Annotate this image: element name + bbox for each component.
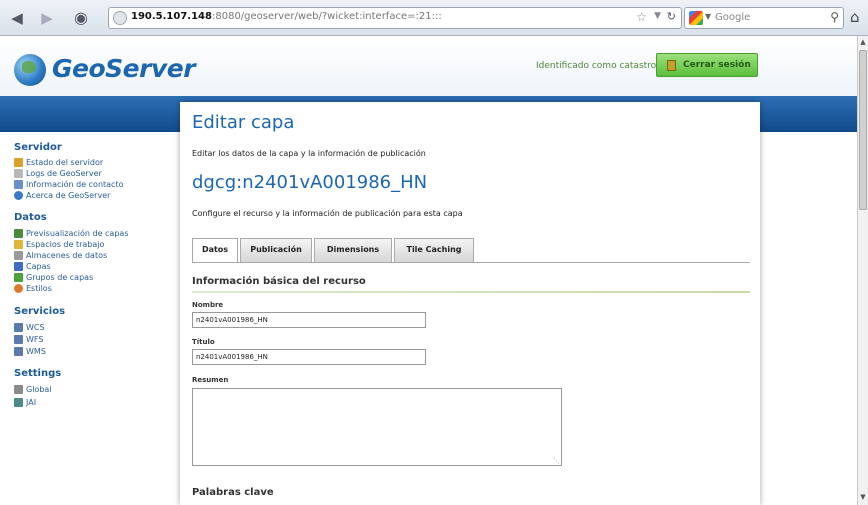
site-identity-icon[interactable] — [113, 11, 127, 25]
sidebar-section-title: Settings — [14, 368, 62, 379]
title-label: Título — [192, 338, 215, 346]
tab-datos[interactable]: Datos — [192, 238, 238, 263]
name-input[interactable] — [192, 312, 426, 328]
log-icon — [14, 169, 23, 178]
search-bar[interactable]: ▼ Google ⚲ — [684, 7, 844, 29]
section-title: Información básica del recurso — [192, 276, 366, 287]
url-text[interactable]: 190.5.107.148:8080/geoserver/web/?wicket… — [131, 11, 442, 22]
sidebar-item-styles[interactable]: Estilos — [14, 284, 52, 295]
abstract-textarea[interactable] — [192, 388, 562, 466]
logout-label: Cerrar sesión — [683, 60, 751, 70]
logo-text: GeoServer — [52, 54, 196, 83]
about-icon — [14, 191, 23, 200]
sidebar-item-workspaces[interactable]: Espacios de trabajo — [14, 240, 104, 251]
layer-groups-icon — [14, 273, 23, 282]
sidebar-item-wfs[interactable]: WFS — [14, 335, 43, 346]
search-engine-dropdown-icon[interactable]: ▼ — [705, 12, 711, 21]
styles-icon — [14, 284, 23, 293]
bookmark-star-icon[interactable]: ☆ — [636, 10, 647, 24]
server-status-icon — [14, 158, 23, 167]
logout-button[interactable]: Cerrar sesión — [656, 53, 758, 77]
sidebar-section-title: Servidor — [14, 142, 62, 153]
home-icon[interactable]: ⌂ — [850, 8, 860, 26]
sidebar: Servidor Estado del servidor Logs de Geo… — [0, 132, 186, 505]
search-icon[interactable]: ⚲ — [830, 10, 839, 24]
sidebar-item-jai[interactable]: JAI — [14, 398, 36, 409]
sidebar-item-wcs[interactable]: WCS — [14, 323, 45, 334]
sidebar-item-layers[interactable]: Capas — [14, 262, 51, 273]
search-placeholder: Google — [715, 12, 751, 23]
scroll-up-icon[interactable]: ▲ — [859, 38, 867, 48]
sidebar-item-server-status[interactable]: Estado del servidor — [14, 158, 103, 169]
tab-dimensions[interactable]: Dimensions — [314, 238, 392, 262]
datastore-icon — [14, 251, 23, 260]
keywords-title: Palabras clave — [192, 487, 274, 498]
firefox-menu-icon[interactable]: ◉ — [72, 9, 90, 27]
back-icon[interactable]: ◀ — [8, 9, 26, 27]
reload-icon[interactable]: ↻ — [667, 10, 676, 23]
login-status: Identificado como catastro. — [536, 61, 659, 71]
content-panel: Editar capa Editar los datos de la capa … — [180, 102, 760, 505]
address-bar[interactable]: 190.5.107.148:8080/geoserver/web/?wicket… — [108, 7, 682, 29]
sidebar-item-datastores[interactable]: Almacenes de datos — [14, 251, 107, 262]
tab-tile-caching[interactable]: Tile Caching — [394, 238, 474, 262]
sidebar-item-global[interactable]: Global — [14, 385, 52, 396]
tab-publicacion[interactable]: Publicación — [240, 238, 312, 262]
scroll-thumb[interactable] — [859, 50, 867, 210]
title-input[interactable] — [192, 349, 426, 365]
sidebar-item-about[interactable]: Acerca de GeoServer — [14, 191, 110, 202]
wms-icon — [14, 347, 23, 356]
sidebar-section-title: Datos — [14, 212, 47, 223]
sidebar-item-layer-preview[interactable]: Previsualización de capas — [14, 229, 128, 240]
contact-icon — [14, 180, 23, 189]
tab-divider — [192, 262, 750, 263]
forward-icon[interactable]: ▶ — [38, 9, 56, 27]
history-dropdown-icon[interactable]: ▼ — [654, 11, 661, 21]
scroll-down-icon[interactable]: ▼ — [859, 493, 867, 503]
layer-name-heading: dgcg:n2401vA001986_HN — [192, 172, 428, 193]
sidebar-item-layer-groups[interactable]: Grupos de capas — [14, 273, 93, 284]
page-scrollbar[interactable]: ▲ ▼ — [857, 36, 868, 505]
jai-icon — [14, 398, 23, 407]
wfs-icon — [14, 335, 23, 344]
search-engine-icon[interactable] — [689, 11, 703, 25]
sidebar-item-wms[interactable]: WMS — [14, 347, 46, 358]
name-label: Nombre — [192, 301, 224, 309]
section-divider — [192, 291, 750, 293]
workspace-icon — [14, 240, 23, 249]
sidebar-item-contact[interactable]: Información de contacto — [14, 180, 124, 191]
abstract-label: Resumen — [192, 376, 229, 384]
geoserver-header: GeoServer Identificado como catastro. Ce… — [0, 36, 857, 102]
globe-icon — [14, 54, 46, 86]
sidebar-item-logs[interactable]: Logs de GeoServer — [14, 169, 102, 180]
layers-icon — [14, 262, 23, 271]
global-settings-icon — [14, 385, 23, 394]
page-subtitle: Editar los datos de la capa y la informa… — [192, 149, 426, 158]
layer-preview-icon — [14, 229, 23, 238]
wcs-icon — [14, 323, 23, 332]
page-title: Editar capa — [192, 112, 295, 133]
logout-door-icon — [667, 60, 676, 71]
sidebar-section-title: Servicios — [14, 306, 66, 317]
browser-toolbar: ◀ ▶ ◉ 190.5.107.148:8080/geoserver/web/?… — [0, 0, 868, 36]
layer-description: Configure el recurso y la información de… — [192, 209, 463, 218]
